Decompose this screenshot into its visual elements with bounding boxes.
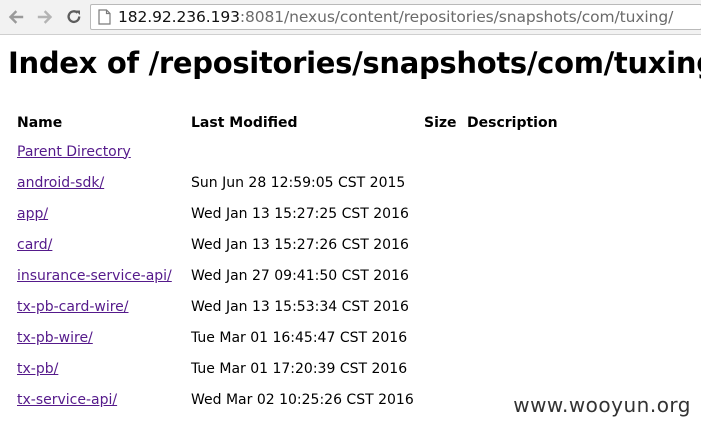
last-modified-cell: Wed Jan 13 15:27:25 CST 2016	[191, 205, 409, 222]
table-row: insurance-service-api/ Wed Jan 27 09:41:…	[17, 260, 558, 291]
back-button[interactable]	[4, 5, 28, 29]
last-modified-cell: Wed Jan 27 09:41:50 CST 2016	[191, 267, 409, 284]
last-modified-cell: Wed Jan 13 15:53:34 CST 2016	[191, 298, 409, 315]
directory-link[interactable]: tx-pb-card-wire/	[17, 299, 129, 315]
reload-icon	[67, 10, 81, 23]
table-row: tx-pb/ Tue Mar 01 17:20:39 CST 2016	[17, 353, 558, 384]
table-row: Parent Directory	[17, 136, 558, 167]
directory-link[interactable]: tx-service-api/	[17, 392, 117, 408]
url-host: 182.92.236.193	[118, 8, 240, 26]
column-header-description[interactable]: Description	[467, 110, 558, 136]
column-header-name[interactable]: Name	[17, 110, 191, 136]
page-title: Index of /repositories/snapshots/com/tux…	[8, 46, 701, 80]
directory-link[interactable]: card/	[17, 237, 52, 253]
table-row: android-sdk/ Sun Jun 28 12:59:05 CST 201…	[17, 167, 558, 198]
directory-link[interactable]: app/	[17, 206, 48, 222]
table-row: tx-pb-card-wire/ Wed Jan 13 15:53:34 CST…	[17, 291, 558, 322]
table-row: tx-service-api/ Wed Mar 02 10:25:26 CST …	[17, 384, 558, 415]
reload-button[interactable]	[62, 5, 86, 29]
last-modified-cell: Tue Mar 01 16:45:47 CST 2016	[191, 329, 408, 346]
directory-link[interactable]: android-sdk/	[17, 175, 104, 191]
column-header-size[interactable]: Size	[424, 110, 467, 136]
parent-directory-link[interactable]: Parent Directory	[17, 144, 131, 160]
column-header-last-modified[interactable]: Last Modified	[191, 110, 424, 136]
arrow-right-icon	[37, 10, 53, 24]
table-row: card/ Wed Jan 13 15:27:26 CST 2016	[17, 229, 558, 260]
watermark: www.wooyun.org	[513, 393, 691, 417]
browser-toolbar: 182.92.236.193:8081/nexus/content/reposi…	[0, 0, 701, 35]
directory-link[interactable]: tx-pb/	[17, 361, 58, 377]
directory-link[interactable]: tx-pb-wire/	[17, 330, 93, 346]
table-row: tx-pb-wire/ Tue Mar 01 16:45:47 CST 2016	[17, 322, 558, 353]
last-modified-cell: Wed Mar 02 10:25:26 CST 2016	[191, 391, 414, 408]
address-bar[interactable]: 182.92.236.193:8081/nexus/content/reposi…	[90, 4, 701, 30]
directory-listing-table: Name Last Modified Size Description Pare…	[17, 110, 558, 415]
directory-link[interactable]: insurance-service-api/	[17, 268, 172, 284]
last-modified-cell: Sun Jun 28 12:59:05 CST 2015	[191, 174, 406, 191]
table-row: app/ Wed Jan 13 15:27:25 CST 2016	[17, 198, 558, 229]
url-text: 182.92.236.193:8081/nexus/content/reposi…	[118, 8, 673, 26]
last-modified-cell: Tue Mar 01 17:20:39 CST 2016	[191, 360, 408, 377]
arrow-left-icon	[8, 10, 24, 24]
forward-button[interactable]	[33, 5, 57, 29]
table-header-row: Name Last Modified Size Description	[17, 110, 558, 136]
url-path: :8081/nexus/content/repositories/snapsho…	[239, 8, 674, 26]
page-icon	[98, 9, 112, 25]
last-modified-cell: Wed Jan 13 15:27:26 CST 2016	[191, 236, 409, 253]
